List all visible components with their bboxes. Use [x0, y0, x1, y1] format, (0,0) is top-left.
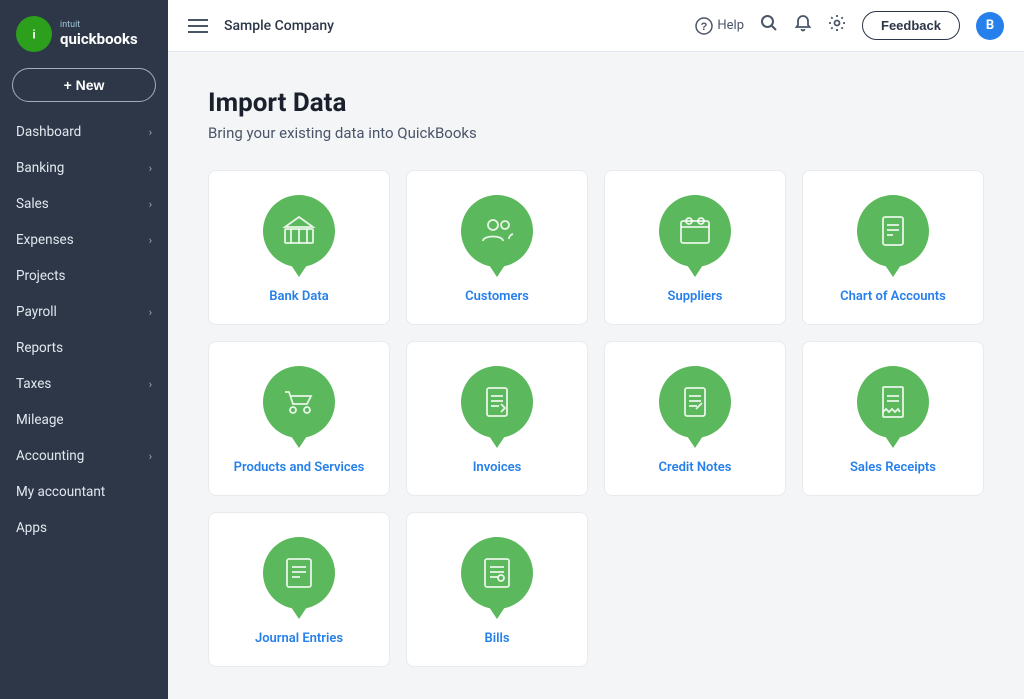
logo-qb-label: quickbooks [60, 30, 138, 48]
logo-area: i intuit quickbooks [0, 0, 168, 64]
creditnotes-balloon [659, 366, 731, 438]
sidebar-item-dashboard[interactable]: Dashboard › [0, 114, 168, 150]
accounts-balloon [857, 195, 929, 267]
sidebar-item-label: Taxes [16, 376, 51, 392]
import-card-bills[interactable]: Bills [406, 512, 588, 667]
sidebar-item-banking[interactable]: Banking › [0, 150, 168, 186]
sidebar-item-taxes[interactable]: Taxes › [0, 366, 168, 402]
customers-balloon [461, 195, 533, 267]
suppliers-icon-wrap [659, 195, 731, 275]
import-card-receipts[interactable]: Sales Receipts [802, 341, 984, 496]
sidebar-item-label: Payroll [16, 304, 57, 320]
card-label-products: Products and Services [234, 460, 365, 475]
sidebar-item-label: Accounting [16, 448, 84, 464]
sidebar-item-apps[interactable]: Apps [0, 510, 168, 546]
sidebar-item-expenses[interactable]: Expenses › [0, 222, 168, 258]
new-button[interactable]: + New [12, 68, 156, 102]
import-card-creditnotes[interactable]: Credit Notes [604, 341, 786, 496]
invoices-balloon [461, 366, 533, 438]
main-area: Sample Company ? Help [168, 0, 1024, 699]
chevron-right-icon: › [149, 162, 152, 175]
import-cards-grid: Bank Data Customers Suppliers Chart of Acco… [208, 170, 984, 667]
page-subtitle: Bring your existing data into QuickBooks [208, 124, 984, 142]
feedback-button[interactable]: Feedback [862, 11, 960, 40]
import-card-products[interactable]: Products and Services [208, 341, 390, 496]
search-icon[interactable] [760, 14, 778, 37]
company-name: Sample Company [224, 18, 334, 34]
import-card-suppliers[interactable]: Suppliers [604, 170, 786, 325]
card-label-invoices: Invoices [473, 460, 522, 475]
svg-text:?: ? [701, 21, 708, 33]
chevron-right-icon: › [149, 234, 152, 247]
receipts-icon-wrap [857, 366, 929, 446]
sidebar-item-projects[interactable]: Projects [0, 258, 168, 294]
sidebar: i intuit quickbooks + New Dashboard›Bank… [0, 0, 168, 699]
sidebar-item-accounting[interactable]: Accounting › [0, 438, 168, 474]
header: Sample Company ? Help [168, 0, 1024, 52]
card-label-journal: Journal Entries [255, 631, 343, 646]
sidebar-item-label: Apps [16, 520, 47, 536]
products-balloon [263, 366, 335, 438]
sidebar-item-label: Banking [16, 160, 64, 176]
svg-text:i: i [32, 27, 35, 41]
sidebar-item-my-accountant[interactable]: My accountant [0, 474, 168, 510]
sidebar-item-payroll[interactable]: Payroll › [0, 294, 168, 330]
creditnotes-icon-wrap [659, 366, 731, 446]
import-card-accounts[interactable]: Chart of Accounts [802, 170, 984, 325]
chevron-right-icon: › [149, 126, 152, 139]
journal-icon-wrap [263, 537, 335, 617]
avatar[interactable]: B [976, 12, 1004, 40]
chevron-right-icon: › [149, 450, 152, 463]
chevron-right-icon: › [149, 306, 152, 319]
chevron-right-icon: › [149, 198, 152, 211]
bills-balloon [461, 537, 533, 609]
sidebar-item-reports[interactable]: Reports [0, 330, 168, 366]
notifications-icon[interactable] [794, 14, 812, 37]
logo-intuit-label: intuit [60, 20, 138, 30]
accounts-icon-wrap [857, 195, 929, 275]
sidebar-item-label: Expenses [16, 232, 74, 248]
sidebar-item-label: My accountant [16, 484, 105, 500]
sidebar-item-label: Dashboard [16, 124, 81, 140]
card-label-bank: Bank Data [269, 289, 328, 304]
sidebar-item-label: Reports [16, 340, 63, 356]
sidebar-item-label: Mileage [16, 412, 64, 428]
chevron-right-icon: › [149, 378, 152, 391]
card-label-receipts: Sales Receipts [850, 460, 936, 475]
invoices-icon-wrap [461, 366, 533, 446]
bank-balloon [263, 195, 335, 267]
sidebar-item-label: Projects [16, 268, 66, 284]
sidebar-item-mileage[interactable]: Mileage [0, 402, 168, 438]
settings-icon[interactable] [828, 14, 846, 37]
header-actions: ? Help F [695, 11, 1004, 40]
import-card-customers[interactable]: Customers [406, 170, 588, 325]
sidebar-nav: Dashboard › Banking › Sales › Expenses › Project… [0, 114, 168, 699]
card-label-bills: Bills [484, 631, 509, 646]
qb-logo-icon: i [16, 16, 52, 52]
hamburger-icon[interactable] [188, 19, 208, 33]
receipts-balloon [857, 366, 929, 438]
products-icon-wrap [263, 366, 335, 446]
card-label-customers: Customers [465, 289, 529, 304]
main-content: Import Data Bring your existing data int… [168, 52, 1024, 699]
card-label-creditnotes: Credit Notes [659, 460, 732, 475]
bank-icon-wrap [263, 195, 335, 275]
page-title: Import Data [208, 88, 984, 118]
card-label-suppliers: Suppliers [668, 289, 723, 304]
sidebar-item-sales[interactable]: Sales › [0, 186, 168, 222]
journal-balloon [263, 537, 335, 609]
import-card-journal[interactable]: Journal Entries [208, 512, 390, 667]
card-label-accounts: Chart of Accounts [840, 289, 946, 304]
customers-icon-wrap [461, 195, 533, 275]
sidebar-item-label: Sales [16, 196, 49, 212]
bills-icon-wrap [461, 537, 533, 617]
suppliers-balloon [659, 195, 731, 267]
import-card-invoices[interactable]: Invoices [406, 341, 588, 496]
help-icon[interactable]: ? Help [695, 17, 744, 35]
import-card-bank[interactable]: Bank Data [208, 170, 390, 325]
